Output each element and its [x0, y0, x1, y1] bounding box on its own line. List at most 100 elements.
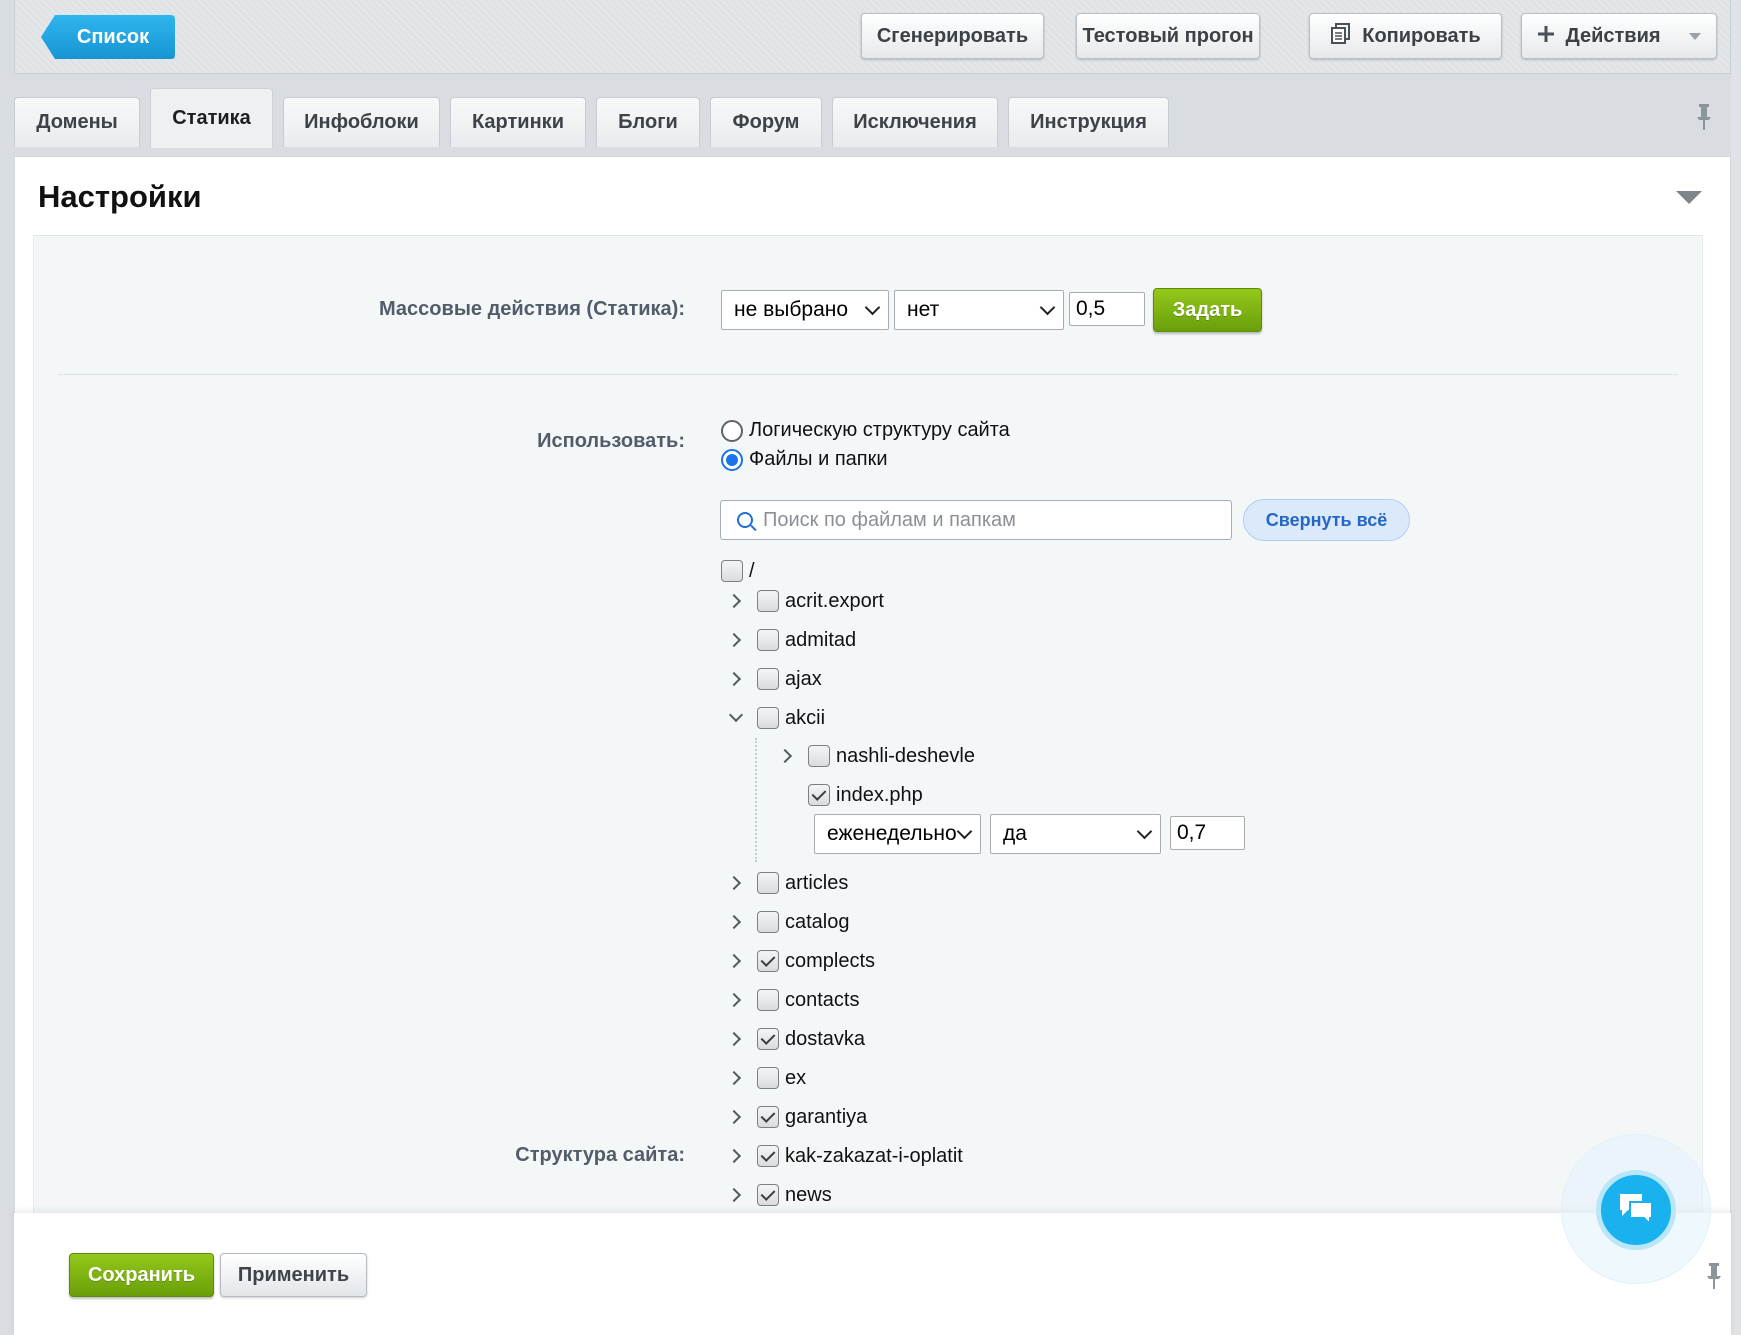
pin-icon[interactable] — [1696, 104, 1712, 137]
chat-button[interactable] — [1596, 1170, 1676, 1250]
chevron-right-icon[interactable] — [723, 1102, 749, 1132]
tab-blogs[interactable]: Блоги — [596, 97, 700, 147]
tree-item-label: dostavka — [785, 1027, 866, 1050]
tree-item[interactable]: catalog — [723, 907, 850, 937]
chevron-right-icon[interactable] — [723, 1063, 749, 1093]
save-button[interactable]: Сохранить — [69, 1253, 214, 1297]
tree-checkbox[interactable] — [757, 911, 779, 933]
tree-item[interactable]: garantiya — [723, 1102, 867, 1132]
collapse-toggle-icon[interactable] — [1676, 191, 1702, 204]
tree-item[interactable]: ajax — [723, 664, 822, 694]
tree-file-item[interactable]: index.php — [808, 780, 923, 810]
tab-label: Картинки — [471, 111, 564, 133]
file-search-input[interactable] — [763, 508, 1203, 532]
tree-checkbox[interactable] — [757, 872, 779, 894]
mass-priority-value: 0,5 — [1076, 297, 1106, 320]
chevron-down-icon[interactable] — [723, 703, 749, 733]
tree-checkbox[interactable] — [808, 784, 830, 806]
radio-files-folders[interactable]: Файлы и папки — [721, 448, 888, 471]
tab-forum[interactable]: Форум — [710, 97, 822, 147]
actions-dropdown-button[interactable]: Действия — [1521, 13, 1717, 59]
tree-item-expanded[interactable]: akcii — [723, 703, 825, 733]
tree-checkbox[interactable] — [757, 707, 779, 729]
tree-checkbox[interactable] — [757, 629, 779, 651]
tree-item[interactable]: kak-zakazat-i-oplatit — [723, 1141, 963, 1171]
file-active-select[interactable]: да — [990, 814, 1161, 854]
tree-item-label: contacts — [785, 988, 860, 1011]
tree-checkbox[interactable] — [808, 745, 830, 767]
radio-button[interactable] — [721, 448, 743, 471]
tree-item[interactable]: admitad — [723, 625, 856, 655]
tree-checkbox[interactable] — [757, 668, 779, 690]
tab-label: Домены — [36, 111, 118, 133]
tree-item-label: garantiya — [785, 1105, 868, 1128]
chevron-right-icon[interactable] — [723, 946, 749, 976]
file-priority-input[interactable]: 0,7 — [1170, 816, 1245, 850]
chevron-right-icon[interactable] — [723, 1024, 749, 1054]
chevron-right-icon[interactable] — [723, 868, 749, 898]
tree-item[interactable]: ex — [723, 1063, 806, 1093]
tree-item[interactable]: complects — [723, 946, 875, 976]
collapse-all-button[interactable]: Свернуть всё — [1243, 499, 1410, 541]
chevron-right-icon[interactable] — [723, 1180, 749, 1210]
file-active-value: да — [1003, 822, 1027, 845]
tab-domains[interactable]: Домены — [14, 97, 140, 147]
tree-item-label: akcii — [785, 706, 826, 729]
chevron-right-icon[interactable] — [774, 741, 800, 771]
tree-checkbox[interactable] — [757, 1145, 779, 1167]
tree-item-label: news — [785, 1183, 832, 1206]
tree-root[interactable]: / — [721, 556, 755, 586]
tab-images[interactable]: Картинки — [450, 97, 586, 147]
chevron-right-icon[interactable] — [723, 625, 749, 655]
tree-checkbox[interactable] — [721, 560, 743, 582]
back-to-list-button[interactable]: Список — [41, 15, 175, 59]
apply-button[interactable]: Применить — [220, 1253, 367, 1297]
tree-item-label: kak-zakazat-i-oplatit — [785, 1144, 963, 1167]
mass-priority-input[interactable]: 0,5 — [1069, 292, 1145, 326]
plus-icon — [1537, 23, 1555, 49]
file-frequency-select[interactable]: еженедельно — [814, 814, 981, 854]
tree-item[interactable]: dostavka — [723, 1024, 865, 1054]
footer-pin-icon[interactable] — [1706, 1263, 1722, 1296]
back-to-list-label: Список — [76, 25, 150, 48]
tree-checkbox[interactable] — [757, 1106, 779, 1128]
test-run-button[interactable]: Тестовый прогон — [1076, 13, 1260, 59]
copy-button[interactable]: Копировать — [1309, 13, 1502, 59]
tree-item[interactable]: articles — [723, 868, 848, 898]
section-title: Настройки — [38, 179, 202, 214]
mass-frequency-value: не выбрано — [734, 298, 849, 321]
file-search-box[interactable] — [720, 500, 1232, 540]
tree-checkbox[interactable] — [757, 590, 779, 612]
chevron-right-icon[interactable] — [723, 985, 749, 1015]
tab-static[interactable]: Статика — [150, 88, 273, 148]
tree-item[interactable]: news — [723, 1180, 832, 1210]
apply-mass-action-button[interactable]: Задать — [1153, 288, 1262, 332]
tree-item-label: index.php — [836, 783, 923, 806]
form-footer: Сохранить Применить — [14, 1213, 1731, 1335]
mass-frequency-select[interactable]: не выбрано — [721, 290, 889, 330]
generate-button[interactable]: Сгенерировать — [861, 13, 1044, 59]
apply-label: Применить — [237, 1263, 350, 1286]
tab-instructions[interactable]: Инструкция — [1008, 97, 1169, 147]
tree-checkbox[interactable] — [757, 950, 779, 972]
tree-checkbox[interactable] — [757, 1067, 779, 1089]
tab-exceptions[interactable]: Исключения — [832, 97, 998, 147]
tab-infoblocks[interactable]: Инфоблоки — [283, 97, 440, 147]
tree-item[interactable]: contacts — [723, 985, 859, 1015]
chevron-right-icon[interactable] — [723, 664, 749, 694]
tree-child-item[interactable]: nashli-deshevle — [774, 741, 975, 771]
file-frequency-value: еженедельно — [827, 822, 957, 845]
mass-active-select[interactable]: нет — [894, 290, 1064, 330]
chevron-right-icon[interactable] — [723, 586, 749, 616]
radio-button[interactable] — [721, 419, 743, 442]
radio-logical-structure[interactable]: Логическую структуру сайта — [721, 419, 1010, 442]
section-divider — [58, 374, 1678, 375]
chevron-right-icon[interactable] — [723, 907, 749, 937]
top-toolbar: Список Сгенерировать Тестовый прогон Коп… — [14, 0, 1731, 74]
tree-checkbox[interactable] — [757, 1028, 779, 1050]
tree-item[interactable]: acrit.export — [723, 586, 884, 616]
tree-checkbox[interactable] — [757, 1184, 779, 1206]
tree-checkbox[interactable] — [757, 989, 779, 1011]
chevron-right-icon[interactable] — [723, 1141, 749, 1171]
tree-guide-line — [755, 738, 757, 862]
